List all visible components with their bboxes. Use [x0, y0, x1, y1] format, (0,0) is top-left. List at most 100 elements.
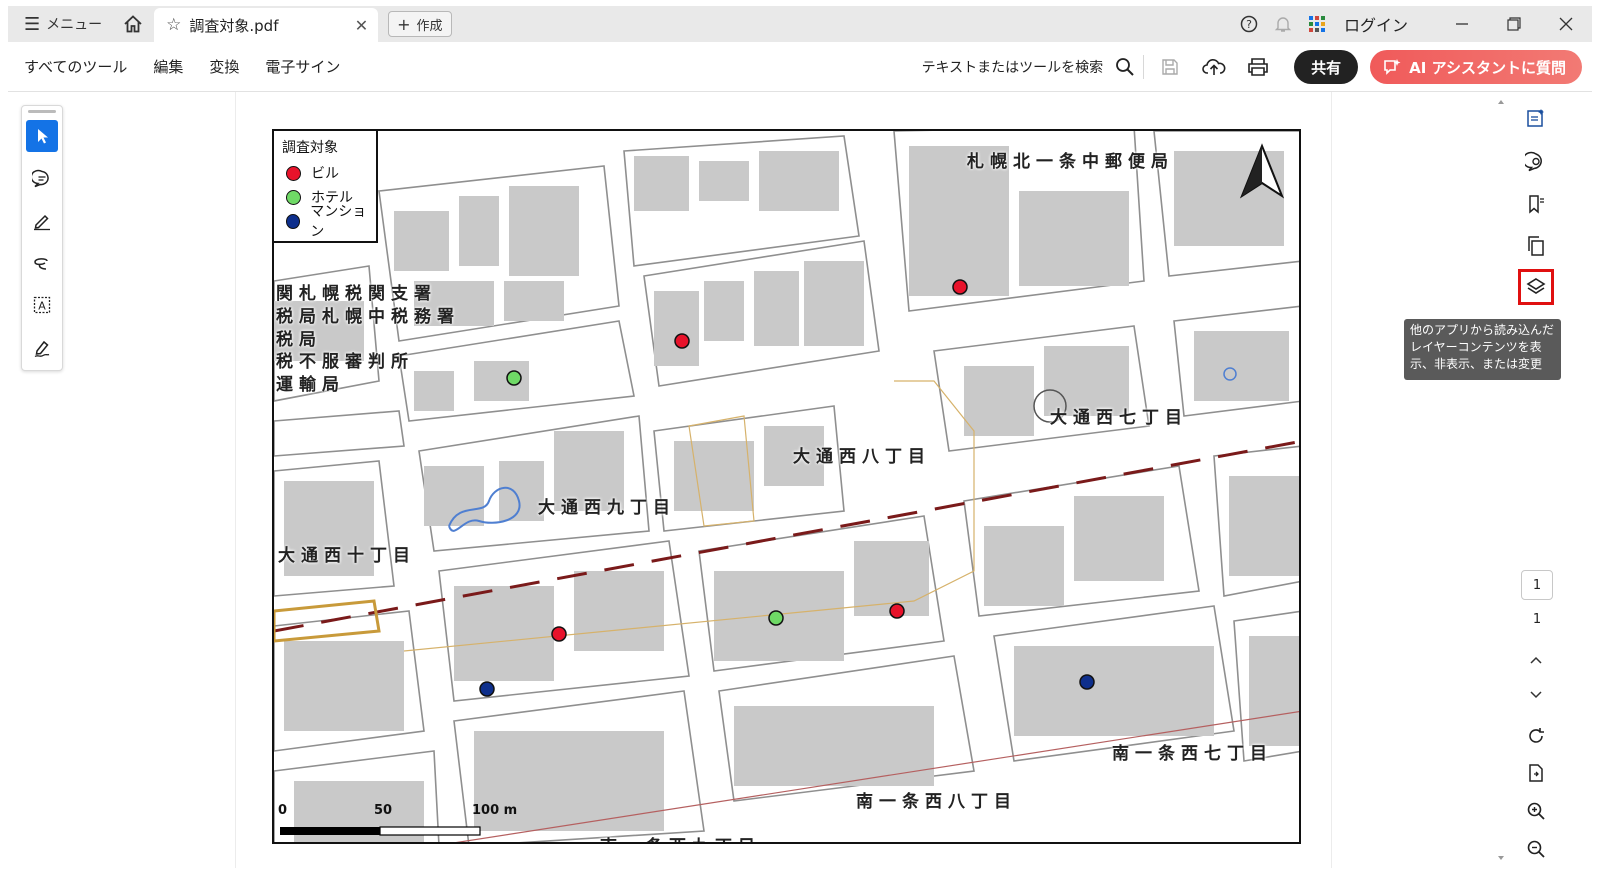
zoom-in-icon — [1527, 802, 1545, 820]
signature-pen-icon — [34, 340, 50, 358]
label-nishi9: 大通西九丁目 — [538, 498, 676, 518]
scale-label-zero: 0 — [278, 803, 288, 818]
legend-dot-icon — [286, 213, 301, 229]
sign-tool[interactable] — [26, 332, 58, 364]
scale-bar-white — [379, 826, 481, 836]
menu-button[interactable]: ☰ メニュー — [8, 6, 112, 42]
bookmarks-panel-button[interactable] — [1518, 186, 1554, 222]
document-tab[interactable]: ☆ 調査対象.pdf ✕ — [154, 8, 379, 42]
tool-search-label[interactable]: テキストまたはツールを検索 — [922, 57, 1104, 77]
label-customs: 関札幌税関支署 — [276, 284, 437, 304]
new-label: 作成 — [416, 18, 443, 34]
pages-panel-button[interactable] — [1518, 228, 1554, 264]
help-button[interactable]: ? — [1232, 6, 1266, 42]
edit-pdf-panel-button[interactable] — [1518, 100, 1554, 136]
legend-label: ビル — [311, 166, 339, 182]
menu-all-tools[interactable]: すべてのツール — [24, 56, 127, 77]
menu-esign[interactable]: 電子サイン — [265, 56, 340, 77]
quick-tools-panel: A — [21, 105, 63, 371]
help-icon: ? — [1240, 15, 1258, 33]
comments-panel-button[interactable] — [1518, 144, 1554, 180]
close-window-button[interactable] — [1540, 6, 1592, 42]
pdf-page-map: 調査対象 ビル ホテル マンション 札幌北一条中郵便局 関札幌税関支署 税局札幌… — [272, 129, 1301, 844]
search-button[interactable] — [1111, 47, 1139, 87]
legend-item-building: ビル — [282, 161, 376, 185]
comment-bubble-icon — [1525, 151, 1542, 172]
toolbar-right: テキストまたはツールを検索 共有 AI アシスタントに質問 — [922, 42, 1592, 92]
lasso-tool[interactable] — [26, 247, 58, 279]
survey-point-marker — [674, 333, 690, 349]
page-total: 1 — [1532, 612, 1542, 627]
title-bar: ☰ メニュー ☆ 調査対象.pdf ✕ + 作成 ? ログイン — [8, 6, 1592, 42]
label-nishi8: 大通西八丁目 — [793, 447, 931, 467]
text-recognition-tool[interactable]: A — [26, 289, 58, 321]
pen-icon — [34, 214, 50, 231]
survey-point-marker — [479, 681, 495, 697]
titlebar-right: ? ログイン — [1232, 6, 1592, 42]
menu-edit[interactable]: 編集 — [153, 56, 183, 77]
label-nishi10: 大通西十丁目 — [278, 546, 416, 566]
bookmark-icon — [1529, 195, 1544, 214]
print-icon — [1248, 58, 1268, 76]
bell-icon — [1274, 17, 1292, 32]
upload-button[interactable] — [1192, 47, 1236, 87]
vertical-scrollbar[interactable] — [1497, 96, 1505, 864]
save-button[interactable] — [1148, 47, 1192, 87]
print-button[interactable] — [1236, 47, 1280, 87]
cursor-arrow-icon — [38, 129, 48, 144]
layers-tooltip: 他のアプリから読み込んだレイヤーコンテンツを表示、非表示、または変更 — [1404, 319, 1561, 380]
survey-point-marker — [551, 626, 567, 642]
main-toolbar: すべてのツール 編集 変換 電子サイン テキストまたはツールを検索 共有 AI … — [8, 42, 1592, 92]
scale-bar-black — [280, 827, 380, 835]
label-nishi7: 大通西七丁目 — [1050, 408, 1188, 428]
label-transport-bureau: 運輸局 — [276, 375, 345, 395]
layers-panel-button[interactable] — [1518, 269, 1554, 305]
extract-pages-button[interactable] — [1518, 755, 1554, 791]
minimize-button[interactable] — [1436, 6, 1488, 42]
previous-page-button[interactable] — [1518, 642, 1554, 678]
page-number-input[interactable]: 1 — [1521, 570, 1553, 600]
share-button[interactable]: 共有 — [1294, 50, 1359, 84]
ai-assistant-label: AI アシスタントに質問 — [1409, 58, 1566, 77]
lasso-icon — [34, 258, 48, 270]
close-icon — [1559, 17, 1573, 31]
menu-label: メニュー — [46, 17, 103, 33]
survey-point-marker — [506, 370, 522, 386]
close-tab-icon[interactable]: ✕ — [355, 16, 368, 35]
drag-grip[interactable] — [28, 110, 56, 113]
label-tax-tribunal: 税不服審判所 — [276, 352, 414, 372]
rotate-button[interactable] — [1518, 718, 1554, 754]
restore-button[interactable] — [1488, 6, 1540, 42]
highlight-tool[interactable] — [26, 205, 58, 237]
notifications-button[interactable] — [1266, 6, 1300, 42]
legend-dot-icon — [286, 165, 301, 181]
comment-tool[interactable] — [26, 163, 58, 195]
survey-point-marker — [1079, 674, 1095, 690]
scale-label-mid: 50 — [374, 803, 393, 818]
zoom-in-button[interactable] — [1518, 793, 1554, 829]
document-arrow-icon — [1529, 764, 1543, 782]
new-tab-button[interactable]: + 作成 — [388, 11, 452, 37]
minimize-icon — [1456, 23, 1468, 25]
home-button[interactable] — [112, 6, 154, 42]
zoom-out-button[interactable] — [1518, 831, 1554, 867]
login-link[interactable]: ログイン — [1344, 12, 1408, 36]
next-page-button[interactable] — [1518, 677, 1554, 713]
scroll-arrows-icon — [1498, 100, 1504, 860]
apps-grid-icon — [1308, 16, 1325, 32]
rotate-icon — [1529, 728, 1544, 743]
star-icon[interactable]: ☆ — [166, 15, 181, 35]
map-legend: 調査対象 ビル ホテル マンション — [274, 131, 378, 243]
layers-icon — [1526, 278, 1546, 294]
edit-document-icon — [1527, 109, 1544, 127]
label-minami-nishi9: 南一条西九丁目 — [600, 832, 761, 842]
apps-button[interactable] — [1300, 6, 1334, 42]
ai-assistant-button[interactable]: AI アシスタントに質問 — [1370, 50, 1582, 84]
menu-convert[interactable]: 変換 — [209, 56, 239, 77]
select-tool[interactable] — [26, 120, 58, 152]
scale-label-max: 100 m — [472, 803, 518, 818]
chevron-down-icon — [1530, 691, 1542, 699]
tab-title: 調査対象.pdf — [189, 16, 279, 35]
label-minami-nishi7: 南一条西七丁目 — [1112, 744, 1273, 764]
legend-dot-icon — [286, 189, 301, 205]
